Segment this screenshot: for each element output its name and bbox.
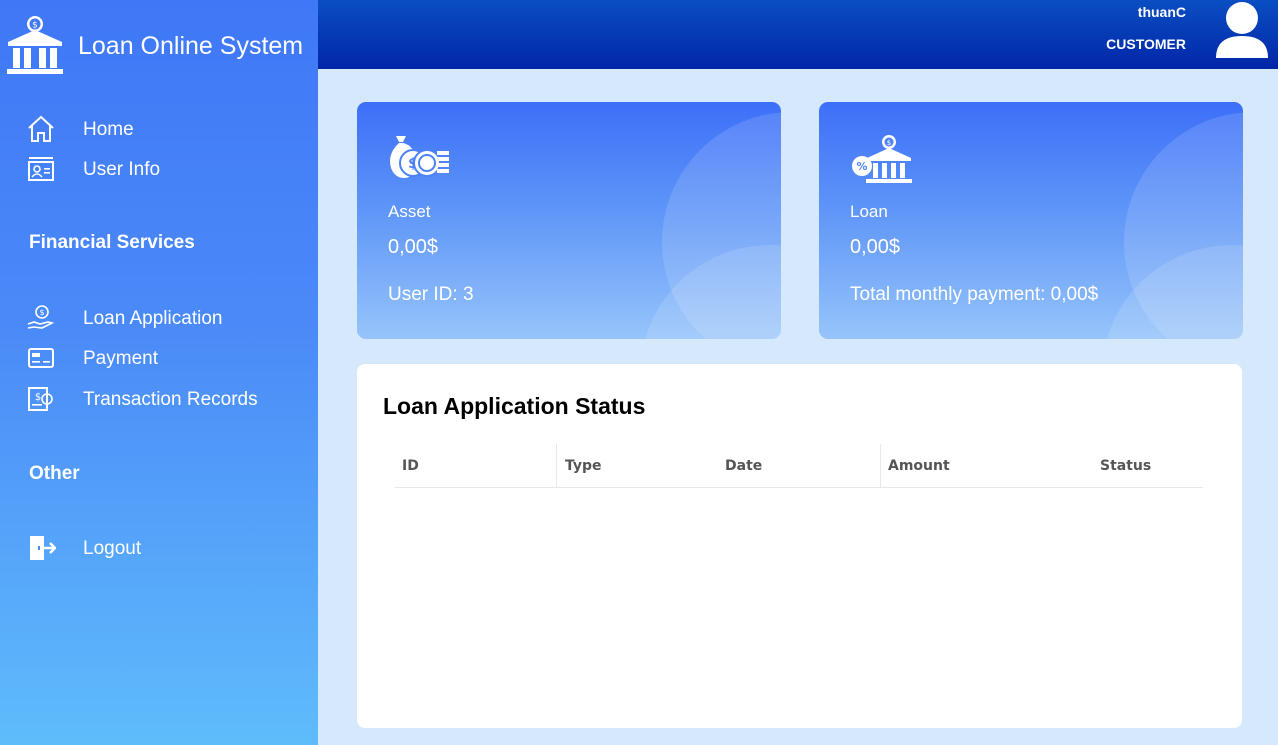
asset-value: 0,00$ [388,236,439,258]
loan-label: Loan [850,202,888,221]
username: thuanC [1137,4,1186,20]
receipt-icon: $ [28,387,53,411]
section-title-financial: Financial Services [29,232,195,253]
user-avatar-icon[interactable] [1214,0,1270,62]
sidebar-item-label: Home [83,119,134,140]
sidebar-item-label: Logout [83,538,142,559]
svg-text:$: $ [887,139,891,147]
sidebar-item-user-info[interactable]: User Info [0,151,318,187]
payment-card-icon [28,348,54,368]
logout-door-icon [30,536,56,560]
top-header: thuanC CUSTOMER [318,0,1278,69]
brand: $ Loan Online System [0,0,318,90]
column-header-id[interactable]: ID [395,444,557,487]
hand-coin-icon: $ [27,305,55,329]
loan-value: 0,00$ [850,236,901,258]
sidebar: $ Loan Online System Home User Info Fina… [0,0,318,745]
svg-text:$: $ [39,308,44,317]
sidebar-item-loan-application[interactable]: $ Loan Application [0,300,318,336]
panel-title: Loan Application Status [383,393,646,419]
asset-label: Asset [388,202,431,221]
sidebar-item-label: Payment [83,348,158,369]
card-decoration [1102,245,1243,339]
column-header-type[interactable]: Type [556,444,718,487]
sidebar-item-logout[interactable]: Logout [0,530,318,566]
sidebar-item-transaction-records[interactable]: $ Transaction Records [0,381,318,417]
sidebar-item-label: Loan Application [83,308,223,329]
user-card-icon [28,157,54,181]
card-decoration [640,245,781,339]
monthly-payment-text: Total monthly payment: 0,00$ [850,284,1099,305]
column-header-date[interactable]: Date [718,444,880,487]
loan-status-panel: Loan Application Status ID Type Date Amo… [357,364,1242,728]
loan-card: $ % Loan 0,00$ Total monthly payment: 0,… [819,102,1243,339]
sidebar-item-label: User Info [83,159,161,180]
asset-card: $ Asset 0,00$ User ID: 3 [357,102,781,339]
svg-text:$: $ [32,21,38,31]
table-header: ID Type Date Amount Status [395,444,1203,488]
sidebar-item-home[interactable]: Home [0,111,318,147]
home-icon [28,115,54,142]
user-role: CUSTOMER [1106,36,1186,52]
app-title: Loan Online System [78,32,304,60]
user-id-text: User ID: 3 [388,284,474,305]
bank-logo-icon: $ [7,16,63,74]
bank-percent-icon: $ % [852,135,912,183]
sidebar-item-payment[interactable]: Payment [0,340,318,376]
sidebar-item-label: Transaction Records [83,389,258,410]
column-header-amount[interactable]: Amount [880,444,1042,487]
svg-text:%: % [856,160,867,173]
svg-text:$: $ [35,392,41,403]
money-bag-coins-icon: $ [390,136,449,178]
column-header-status[interactable]: Status [1042,444,1203,487]
section-title-other: Other [29,463,80,484]
